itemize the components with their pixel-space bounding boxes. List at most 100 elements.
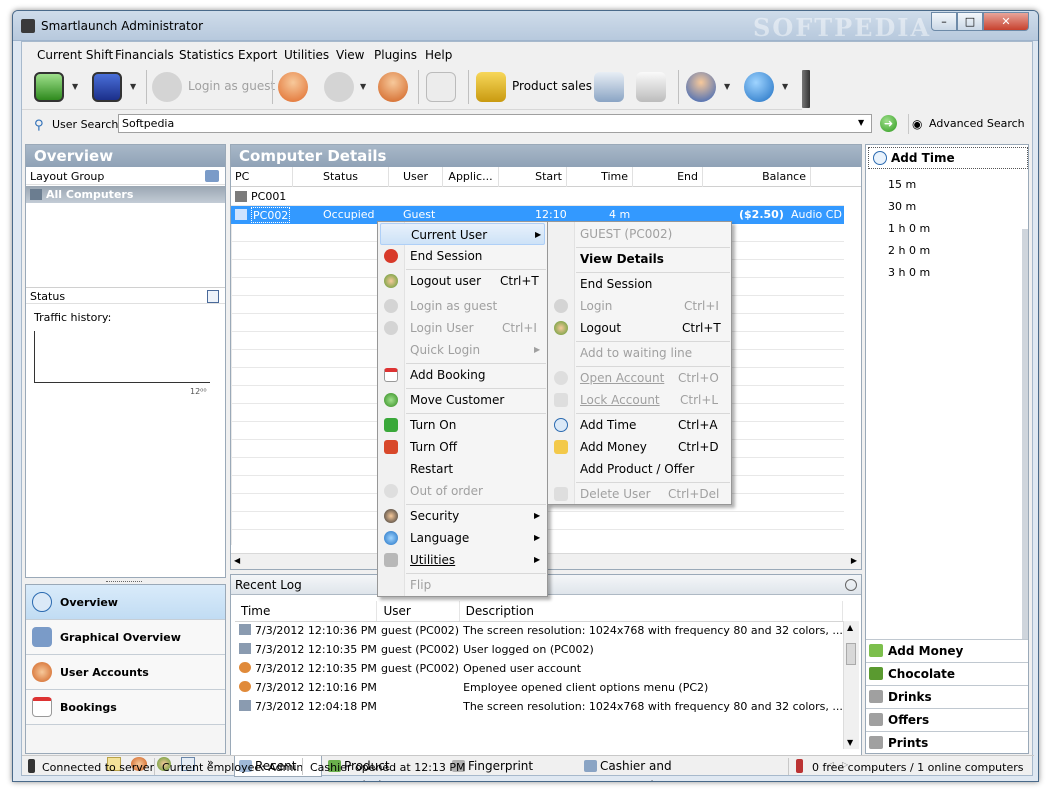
menu-statistics[interactable]: Statistics	[179, 48, 234, 62]
chevron-down-icon[interactable]: ▼	[72, 82, 78, 91]
printer-icon[interactable]	[636, 72, 666, 102]
scroll-down-icon[interactable]: ▼	[847, 738, 853, 747]
checklist-icon[interactable]	[207, 290, 219, 303]
globe-icon[interactable]	[744, 72, 774, 102]
scroll-left-icon[interactable]: ◀	[234, 556, 240, 565]
menu-item-logout[interactable]: Logout Ctrl+T	[550, 317, 730, 339]
col-application[interactable]: Applic...	[443, 167, 499, 187]
add-time-1h[interactable]: 1 h 0 m	[888, 222, 930, 235]
user-add-icon[interactable]	[278, 72, 308, 102]
menu-utilities[interactable]: Utilities	[284, 48, 329, 62]
title-bar[interactable]: Smartlaunch Administrator SOFTPEDIA – □ …	[13, 11, 1038, 42]
add-time-15m[interactable]: 15 m	[888, 178, 916, 191]
splitter[interactable]	[1022, 229, 1028, 639]
menu-item-delete-user[interactable]: Delete User Ctrl+Del	[550, 483, 730, 505]
menu-item-move-customer[interactable]: Move Customer	[380, 389, 545, 411]
nav-user-accounts[interactable]: User Accounts	[26, 655, 225, 690]
product-chocolate[interactable]: Chocolate	[866, 662, 1028, 684]
nav-overview[interactable]: Overview	[26, 585, 225, 620]
menu-financials[interactable]: Financials	[115, 48, 174, 62]
table-row[interactable]: 7/3/2012 12:10:16 PM Employee opened cli…	[235, 678, 843, 697]
menu-item-out-of-order[interactable]: Out of order	[380, 480, 545, 502]
maximize-button[interactable]: □	[957, 12, 983, 31]
cash-register-icon[interactable]	[594, 72, 624, 102]
close-button[interactable]: ✕	[983, 12, 1029, 31]
calendar-icon[interactable]	[426, 72, 456, 102]
vertical-scrollbar[interactable]: ▲ ▼	[843, 621, 859, 749]
add-time-2h[interactable]: 2 h 0 m	[888, 244, 930, 257]
nav-graphical-overview[interactable]: Graphical Overview	[26, 620, 225, 655]
product-drinks[interactable]: Drinks	[866, 685, 1028, 707]
col-balance[interactable]: Balance	[703, 167, 811, 187]
menu-item-utilities[interactable]: Utilities ▶	[380, 549, 545, 571]
product-add-money[interactable]: Add Money	[866, 639, 1028, 661]
nav-bookings[interactable]: Bookings	[26, 690, 225, 725]
col-time[interactable]: Time	[567, 167, 633, 187]
product-sales-button[interactable]: Product sales	[512, 79, 592, 93]
table-row[interactable]: PC001	[231, 188, 844, 206]
go-arrow-icon[interactable]: ➜	[880, 115, 897, 132]
chevron-down-icon[interactable]: ▼	[724, 82, 730, 91]
product-prints[interactable]: Prints	[866, 731, 1028, 753]
col-time[interactable]: Time	[235, 601, 378, 622]
toolbar-gripper[interactable]	[802, 70, 810, 108]
menu-item-flip[interactable]: Flip	[380, 574, 545, 596]
chevron-down-icon[interactable]: ▼	[782, 82, 788, 91]
menu-item-login[interactable]: Login Ctrl+I	[550, 295, 730, 317]
add-time-3h[interactable]: 3 h 0 m	[888, 266, 930, 279]
all-computers-item[interactable]: All Computers	[26, 186, 225, 203]
menu-item-restart[interactable]: Restart	[380, 458, 545, 480]
menu-item-lock-account[interactable]: Lock Account Ctrl+L	[550, 389, 730, 411]
product-offers[interactable]: Offers	[866, 708, 1028, 730]
col-end[interactable]: End	[633, 167, 703, 187]
guest-login-icon[interactable]	[152, 72, 182, 102]
table-row[interactable]: 7/3/2012 12:10:35 PM guest (PC002) Opene…	[235, 659, 843, 678]
menu-item-add-product-offer[interactable]: Add Product / Offer	[550, 458, 730, 480]
col-status[interactable]: Status	[293, 167, 389, 187]
user-disabled-icon[interactable]	[324, 72, 354, 102]
menu-item-add-money[interactable]: Add Money Ctrl+D	[550, 436, 730, 458]
table-row[interactable]: 7/3/2012 12:10:36 PM guest (PC002) The s…	[235, 621, 843, 640]
login-as-guest-button[interactable]: Login as guest	[188, 79, 275, 93]
menu-item-end-session[interactable]: End Session	[550, 273, 730, 295]
advanced-search-button[interactable]: ◉ Advanced Search	[908, 114, 1028, 134]
col-description[interactable]: Description	[459, 601, 844, 622]
menu-item-add-booking[interactable]: Add Booking	[380, 364, 545, 386]
support-headset-icon[interactable]	[686, 72, 716, 102]
product-sales-icon[interactable]	[476, 72, 506, 102]
add-time-30m[interactable]: 30 m	[888, 200, 916, 213]
pin-icon[interactable]	[845, 579, 857, 591]
menu-item-end-session[interactable]: End Session	[380, 245, 545, 267]
menu-item-add-time[interactable]: Add Time Ctrl+A	[550, 414, 730, 436]
menu-export[interactable]: Export	[238, 48, 277, 62]
menu-item-login-as-guest[interactable]: Login as guest	[380, 295, 545, 317]
menu-item-login-user[interactable]: Login User Ctrl+I	[380, 317, 545, 339]
menu-view[interactable]: View	[336, 48, 364, 62]
menu-plugins[interactable]: Plugins	[374, 48, 417, 62]
col-start[interactable]: Start	[499, 167, 567, 187]
user-clock-icon[interactable]	[378, 72, 408, 102]
menu-item-view-details[interactable]: View Details	[550, 248, 730, 270]
chevron-down-icon[interactable]: ▼	[858, 118, 864, 127]
chevron-down-icon[interactable]: ▼	[130, 82, 136, 91]
add-time-header[interactable]: Add Time	[868, 147, 1028, 169]
minimize-button[interactable]: –	[931, 12, 957, 31]
col-user[interactable]: User	[376, 601, 460, 622]
user-search-input[interactable]	[118, 114, 872, 133]
menu-item-security[interactable]: Security ▶	[380, 505, 545, 527]
col-user[interactable]: User	[389, 167, 443, 187]
menu-item-turn-on[interactable]: Turn On	[380, 414, 545, 436]
network-icon[interactable]	[205, 170, 219, 182]
table-row[interactable]: 7/3/2012 12:10:35 PM guest (PC002) User …	[235, 640, 843, 659]
col-pc[interactable]: PC	[231, 167, 293, 187]
menu-item-open-account[interactable]: Open Account Ctrl+O	[550, 367, 730, 389]
menu-item-add-to-waiting-line[interactable]: Add to waiting line	[550, 342, 730, 364]
menu-item-logout-user[interactable]: Logout user Ctrl+T	[380, 270, 545, 292]
scroll-right-icon[interactable]: ▶	[851, 556, 857, 565]
scroll-up-icon[interactable]: ▲	[847, 623, 853, 632]
chevron-down-icon[interactable]: ▼	[360, 82, 366, 91]
computer-on-icon[interactable]	[34, 72, 64, 102]
table-row[interactable]: 7/3/2012 12:04:18 PM The screen resoluti…	[235, 697, 843, 716]
computer-sleep-icon[interactable]	[92, 72, 122, 102]
menu-item-current-user[interactable]: Current User ▶	[380, 223, 545, 245]
